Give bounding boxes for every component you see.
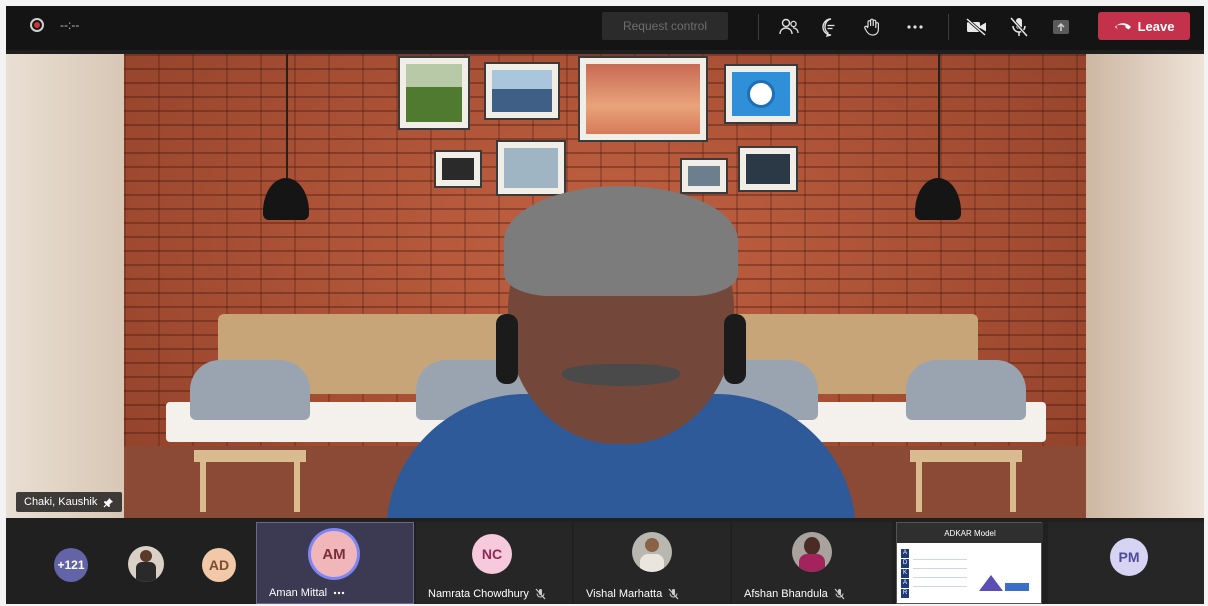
wall-frame bbox=[434, 150, 482, 188]
wall-frame bbox=[724, 64, 798, 124]
meeting-timer: --:-- bbox=[60, 18, 80, 32]
participant-strip: +121 AD AM Aman Mittal NC Namrata Chowdh… bbox=[6, 520, 1204, 604]
participant-avatar-nc: NC bbox=[472, 534, 512, 574]
participant-avatar-am: AM bbox=[311, 531, 357, 577]
participant-tile-aman-mittal[interactable]: AM Aman Mittal bbox=[256, 522, 414, 604]
participant-avatar-photo bbox=[632, 532, 672, 572]
wall-frame bbox=[738, 146, 798, 192]
toolbar-divider bbox=[758, 14, 759, 40]
leave-button[interactable]: Leave bbox=[1098, 12, 1190, 40]
more-options-icon[interactable] bbox=[333, 591, 345, 595]
camera-off-icon[interactable] bbox=[964, 14, 990, 40]
raise-hand-icon[interactable] bbox=[859, 14, 885, 40]
recording-indicator-icon bbox=[30, 18, 44, 32]
overflow-participants-button[interactable]: +121 bbox=[54, 548, 88, 582]
speaker-person bbox=[386, 186, 856, 518]
more-icon[interactable] bbox=[902, 14, 928, 40]
mic-muted-icon bbox=[834, 588, 845, 600]
request-control-button[interactable]: Request control bbox=[602, 12, 728, 40]
chat-icon[interactable] bbox=[818, 14, 844, 40]
background-wall bbox=[6, 54, 124, 518]
participant-name-row: Namrata Chowdhury bbox=[428, 588, 546, 600]
mic-muted-icon bbox=[668, 588, 679, 600]
participant-avatar-photo bbox=[792, 532, 832, 572]
participant-tile-afshan-bhandula[interactable]: Afshan Bhandula bbox=[732, 522, 892, 604]
main-speaker-video[interactable]: Chaki, Kaushik bbox=[6, 54, 1204, 518]
wall-frame bbox=[680, 158, 728, 194]
wall-frame bbox=[484, 62, 560, 120]
slide-diagram bbox=[1005, 583, 1029, 591]
slide-diagram bbox=[979, 575, 1003, 591]
participant-name: Afshan Bhandula bbox=[744, 588, 828, 600]
participant-name-row: Vishal Marhatta bbox=[586, 588, 679, 600]
speaker-name: Chaki, Kaushik bbox=[24, 496, 98, 508]
participant-tile-namrata-chowdhury[interactable]: NC Namrata Chowdhury bbox=[416, 522, 572, 604]
pin-icon[interactable] bbox=[103, 497, 114, 508]
mic-off-icon[interactable] bbox=[1006, 14, 1032, 40]
logo-icon bbox=[747, 80, 775, 108]
participant-avatar-pm: PM bbox=[1110, 538, 1148, 576]
background-wall bbox=[1086, 54, 1204, 518]
slide-text-lines bbox=[913, 551, 967, 595]
shared-content-thumbnail[interactable]: ADKAR Model A D K A R bbox=[896, 522, 1043, 604]
leave-label: Leave bbox=[1137, 18, 1175, 34]
lamp-cord bbox=[286, 54, 288, 178]
wall-frame bbox=[578, 56, 708, 142]
background-chair bbox=[906, 360, 1026, 512]
participant-name: Namrata Chowdhury bbox=[428, 588, 529, 600]
speaker-name-tag: Chaki, Kaushik bbox=[16, 492, 123, 512]
phone-hangup-icon bbox=[1114, 23, 1131, 30]
participant-name-row: Afshan Bhandula bbox=[744, 588, 845, 600]
participant-tile-vishal-marhatta[interactable]: Vishal Marhatta bbox=[574, 522, 730, 604]
toolbar-divider bbox=[948, 14, 949, 40]
participant-name: Aman Mittal bbox=[269, 587, 328, 599]
teams-meeting-window: --:-- Request control Leave Chaki, Kaush… bbox=[6, 6, 1204, 604]
slide-title: ADKAR Model bbox=[897, 523, 1043, 543]
participant-tile-pm[interactable]: PM bbox=[1048, 522, 1204, 604]
share-icon[interactable] bbox=[1048, 14, 1074, 40]
participant-name-row: Aman Mittal bbox=[269, 587, 345, 599]
wall-frame bbox=[496, 140, 566, 196]
participant-avatar-ad[interactable]: AD bbox=[202, 548, 236, 582]
slide-letter-column: A D K A R bbox=[901, 549, 909, 598]
wall-frame bbox=[398, 56, 470, 130]
meeting-toolbar: --:-- Request control Leave bbox=[6, 6, 1204, 50]
background-chair bbox=[190, 360, 310, 512]
participants-icon[interactable] bbox=[776, 14, 802, 40]
mic-muted-icon bbox=[535, 588, 546, 600]
participant-avatar-photo[interactable] bbox=[128, 546, 164, 582]
lamp-cord bbox=[938, 54, 940, 178]
participant-name: Vishal Marhatta bbox=[586, 588, 663, 600]
